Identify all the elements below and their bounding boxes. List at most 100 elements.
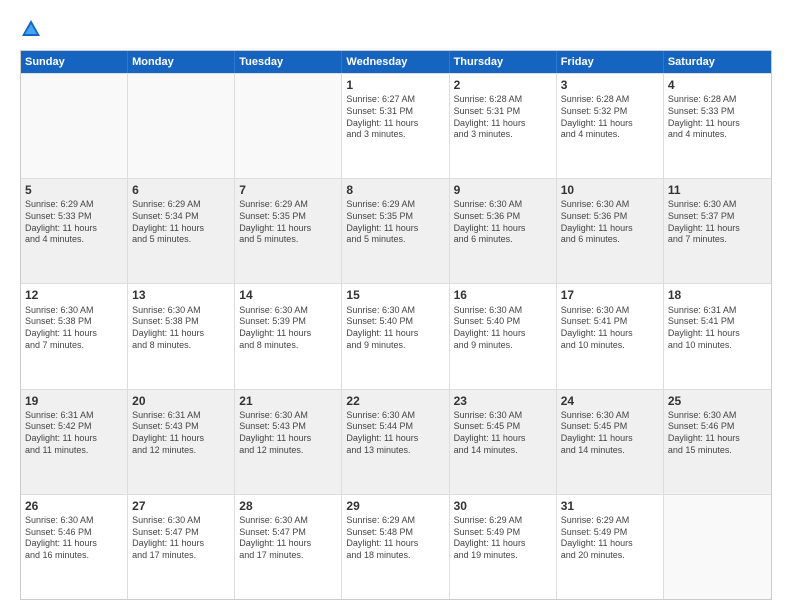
day-number: 27: [132, 498, 230, 514]
calendar-week-1: 1Sunrise: 6:27 AM Sunset: 5:31 PM Daylig…: [21, 73, 771, 178]
calendar-day-22: 22Sunrise: 6:30 AM Sunset: 5:44 PM Dayli…: [342, 390, 449, 494]
calendar-day-31: 31Sunrise: 6:29 AM Sunset: 5:49 PM Dayli…: [557, 495, 664, 599]
calendar-day-21: 21Sunrise: 6:30 AM Sunset: 5:43 PM Dayli…: [235, 390, 342, 494]
calendar-day-27: 27Sunrise: 6:30 AM Sunset: 5:47 PM Dayli…: [128, 495, 235, 599]
day-number: 2: [454, 77, 552, 93]
day-info: Sunrise: 6:30 AM Sunset: 5:36 PM Dayligh…: [561, 199, 659, 246]
day-info: Sunrise: 6:27 AM Sunset: 5:31 PM Dayligh…: [346, 94, 444, 141]
day-number: 13: [132, 287, 230, 303]
calendar-day-13: 13Sunrise: 6:30 AM Sunset: 5:38 PM Dayli…: [128, 284, 235, 388]
calendar-weekday-sunday: Sunday: [21, 51, 128, 73]
day-number: 9: [454, 182, 552, 198]
day-info: Sunrise: 6:29 AM Sunset: 5:35 PM Dayligh…: [346, 199, 444, 246]
day-number: 17: [561, 287, 659, 303]
day-info: Sunrise: 6:30 AM Sunset: 5:45 PM Dayligh…: [561, 410, 659, 457]
day-info: Sunrise: 6:30 AM Sunset: 5:39 PM Dayligh…: [239, 305, 337, 352]
calendar-empty-cell: [21, 74, 128, 178]
day-number: 4: [668, 77, 767, 93]
calendar-day-2: 2Sunrise: 6:28 AM Sunset: 5:31 PM Daylig…: [450, 74, 557, 178]
calendar-day-26: 26Sunrise: 6:30 AM Sunset: 5:46 PM Dayli…: [21, 495, 128, 599]
calendar-week-2: 5Sunrise: 6:29 AM Sunset: 5:33 PM Daylig…: [21, 178, 771, 283]
day-number: 11: [668, 182, 767, 198]
day-number: 10: [561, 182, 659, 198]
day-number: 20: [132, 393, 230, 409]
calendar-day-17: 17 Sunrise: 6:30 AM Sunset: 5:41 PM Dayli…: [557, 284, 664, 388]
logo: [20, 18, 46, 40]
calendar-day-1: 1Sunrise: 6:27 AM Sunset: 5:31 PM Daylig…: [342, 74, 449, 178]
day-info: Sunrise: 6:30 AM Sunset: 5:47 PM Dayligh…: [132, 515, 230, 562]
day-info: Sunrise: 6:29 AM Sunset: 5:33 PM Dayligh…: [25, 199, 123, 246]
calendar-header: SundayMondayTuesdayWednesdayThursdayFrid…: [21, 51, 771, 73]
day-number: 29: [346, 498, 444, 514]
day-info: Sunrise: 6:29 AM Sunset: 5:35 PM Dayligh…: [239, 199, 337, 246]
calendar-day-10: 10Sunrise: 6:30 AM Sunset: 5:36 PM Dayli…: [557, 179, 664, 283]
calendar-week-3: 12 Sunrise: 6:30 AM Sunset: 5:38 PM Dayli…: [21, 283, 771, 388]
day-info: Sunrise: 6:30 AM Sunset: 5:40 PM Dayligh…: [346, 305, 444, 352]
calendar-day-30: 30Sunrise: 6:29 AM Sunset: 5:49 PM Dayli…: [450, 495, 557, 599]
calendar-day-20: 20Sunrise: 6:31 AM Sunset: 5:43 PM Dayli…: [128, 390, 235, 494]
calendar-day-18: 18 Sunrise: 6:31 AM Sunset: 5:41 PM Dayli…: [664, 284, 771, 388]
calendar-day-19: 19Sunrise: 6:31 AM Sunset: 5:42 PM Dayli…: [21, 390, 128, 494]
calendar-day-15: 15 Sunrise: 6:30 AM Sunset: 5:40 PM Dayli…: [342, 284, 449, 388]
day-number: 23: [454, 393, 552, 409]
calendar-day-6: 6Sunrise: 6:29 AM Sunset: 5:34 PM Daylig…: [128, 179, 235, 283]
day-number: 1: [346, 77, 444, 93]
day-number: 12: [25, 287, 123, 303]
day-info: Sunrise: 6:29 AM Sunset: 5:48 PM Dayligh…: [346, 515, 444, 562]
day-info: Sunrise: 6:30 AM Sunset: 5:40 PM Dayligh…: [454, 305, 552, 352]
logo-icon: [20, 18, 42, 40]
calendar-day-29: 29Sunrise: 6:29 AM Sunset: 5:48 PM Dayli…: [342, 495, 449, 599]
day-number: 3: [561, 77, 659, 93]
calendar-day-14: 14 Sunrise: 6:30 AM Sunset: 5:39 PM Dayli…: [235, 284, 342, 388]
calendar-weekday-tuesday: Tuesday: [235, 51, 342, 73]
day-number: 8: [346, 182, 444, 198]
day-info: Sunrise: 6:28 AM Sunset: 5:31 PM Dayligh…: [454, 94, 552, 141]
calendar-day-4: 4Sunrise: 6:28 AM Sunset: 5:33 PM Daylig…: [664, 74, 771, 178]
day-number: 7: [239, 182, 337, 198]
day-info: Sunrise: 6:28 AM Sunset: 5:33 PM Dayligh…: [668, 94, 767, 141]
calendar-week-4: 19Sunrise: 6:31 AM Sunset: 5:42 PM Dayli…: [21, 389, 771, 494]
day-info: Sunrise: 6:30 AM Sunset: 5:45 PM Dayligh…: [454, 410, 552, 457]
calendar-week-5: 26Sunrise: 6:30 AM Sunset: 5:46 PM Dayli…: [21, 494, 771, 599]
day-info: Sunrise: 6:31 AM Sunset: 5:43 PM Dayligh…: [132, 410, 230, 457]
day-number: 31: [561, 498, 659, 514]
calendar-day-24: 24Sunrise: 6:30 AM Sunset: 5:45 PM Dayli…: [557, 390, 664, 494]
day-number: 22: [346, 393, 444, 409]
calendar-day-7: 7Sunrise: 6:29 AM Sunset: 5:35 PM Daylig…: [235, 179, 342, 283]
calendar-body: 1Sunrise: 6:27 AM Sunset: 5:31 PM Daylig…: [21, 73, 771, 599]
day-info: Sunrise: 6:30 AM Sunset: 5:38 PM Dayligh…: [25, 305, 123, 352]
calendar-day-25: 25Sunrise: 6:30 AM Sunset: 5:46 PM Dayli…: [664, 390, 771, 494]
day-info: Sunrise: 6:30 AM Sunset: 5:47 PM Dayligh…: [239, 515, 337, 562]
day-number: 28: [239, 498, 337, 514]
day-number: 26: [25, 498, 123, 514]
calendar-day-28: 28Sunrise: 6:30 AM Sunset: 5:47 PM Dayli…: [235, 495, 342, 599]
day-number: 14: [239, 287, 337, 303]
day-number: 15: [346, 287, 444, 303]
calendar-day-11: 11Sunrise: 6:30 AM Sunset: 5:37 PM Dayli…: [664, 179, 771, 283]
day-number: 6: [132, 182, 230, 198]
calendar-weekday-friday: Friday: [557, 51, 664, 73]
day-info: Sunrise: 6:31 AM Sunset: 5:41 PM Dayligh…: [668, 305, 767, 352]
calendar-day-3: 3Sunrise: 6:28 AM Sunset: 5:32 PM Daylig…: [557, 74, 664, 178]
day-info: Sunrise: 6:30 AM Sunset: 5:41 PM Dayligh…: [561, 305, 659, 352]
day-number: 21: [239, 393, 337, 409]
day-number: 19: [25, 393, 123, 409]
day-info: Sunrise: 6:30 AM Sunset: 5:46 PM Dayligh…: [668, 410, 767, 457]
day-info: Sunrise: 6:30 AM Sunset: 5:46 PM Dayligh…: [25, 515, 123, 562]
day-number: 16: [454, 287, 552, 303]
calendar-weekday-saturday: Saturday: [664, 51, 771, 73]
day-info: Sunrise: 6:31 AM Sunset: 5:42 PM Dayligh…: [25, 410, 123, 457]
day-number: 5: [25, 182, 123, 198]
day-info: Sunrise: 6:30 AM Sunset: 5:37 PM Dayligh…: [668, 199, 767, 246]
calendar-weekday-wednesday: Wednesday: [342, 51, 449, 73]
calendar-empty-cell: [128, 74, 235, 178]
calendar: SundayMondayTuesdayWednesdayThursdayFrid…: [20, 50, 772, 600]
calendar-day-5: 5Sunrise: 6:29 AM Sunset: 5:33 PM Daylig…: [21, 179, 128, 283]
day-number: 18: [668, 287, 767, 303]
day-info: Sunrise: 6:30 AM Sunset: 5:44 PM Dayligh…: [346, 410, 444, 457]
calendar-weekday-thursday: Thursday: [450, 51, 557, 73]
calendar-day-8: 8Sunrise: 6:29 AM Sunset: 5:35 PM Daylig…: [342, 179, 449, 283]
calendar-day-23: 23Sunrise: 6:30 AM Sunset: 5:45 PM Dayli…: [450, 390, 557, 494]
day-info: Sunrise: 6:30 AM Sunset: 5:36 PM Dayligh…: [454, 199, 552, 246]
calendar-day-12: 12 Sunrise: 6:30 AM Sunset: 5:38 PM Dayli…: [21, 284, 128, 388]
